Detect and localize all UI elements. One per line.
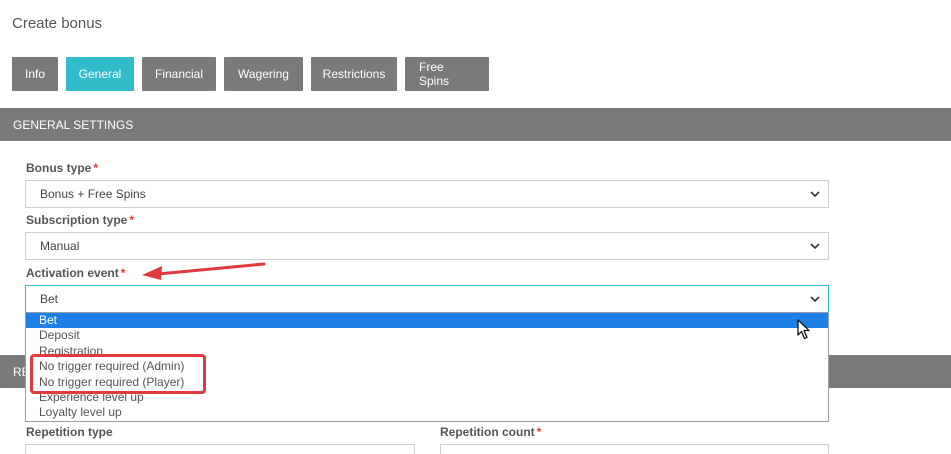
tab-restrictions[interactable]: Restrictions [311,57,397,91]
label-text: Repetition count [440,425,535,439]
bonus-type-value: Bonus + Free Spins [40,187,146,201]
tab-bar: Info General Financial Wagering Restrict… [12,57,489,91]
subscription-type-select[interactable]: Manual [25,232,829,260]
repetition-type-label: Repetition type [26,425,113,439]
dropdown-option-deposit[interactable]: Deposit [26,328,828,343]
subscription-type-value: Manual [40,239,80,253]
chevron-down-icon [810,191,820,198]
activation-event-select[interactable]: Bet [25,285,829,313]
required-marker: * [93,161,99,175]
bonus-type-label: Bonus type * [26,161,98,175]
required-marker: * [129,213,135,227]
dropdown-option-loyalty-level-up[interactable]: Loyalty level up [26,405,828,420]
required-marker: * [120,266,126,280]
tab-info[interactable]: Info [12,57,58,91]
activation-event-label: Activation event * [26,266,125,280]
annotation-highlight-box [30,354,206,394]
tab-general[interactable]: General [66,57,134,91]
label-text: Bonus type [26,161,92,175]
bonus-type-select[interactable]: Bonus + Free Spins [25,180,829,208]
activation-event-value: Bet [40,292,59,306]
label-text: Activation event [26,266,119,280]
general-settings-header: GENERAL SETTINGS [0,108,951,141]
label-text: Repetition type [26,425,113,439]
chevron-down-icon [810,296,820,303]
tab-free-spins[interactable]: Free Spins [405,57,489,91]
dropdown-option-bet[interactable]: Bet [26,313,828,329]
arrow-left-icon [142,262,266,280]
label-text: Subscription type [26,213,128,227]
chevron-down-icon [810,243,820,250]
subscription-type-label: Subscription type * [26,213,134,227]
repetition-type-select[interactable] [25,444,415,454]
required-marker: * [536,425,542,439]
section-title: GENERAL SETTINGS [13,117,134,132]
repetition-count-label: Repetition count * [440,425,541,439]
mouse-pointer-icon [797,319,810,340]
tab-wagering[interactable]: Wagering [224,57,303,91]
page-title: Create bonus [12,15,103,32]
tab-financial[interactable]: Financial [142,57,216,91]
repetition-count-input[interactable] [440,444,829,454]
